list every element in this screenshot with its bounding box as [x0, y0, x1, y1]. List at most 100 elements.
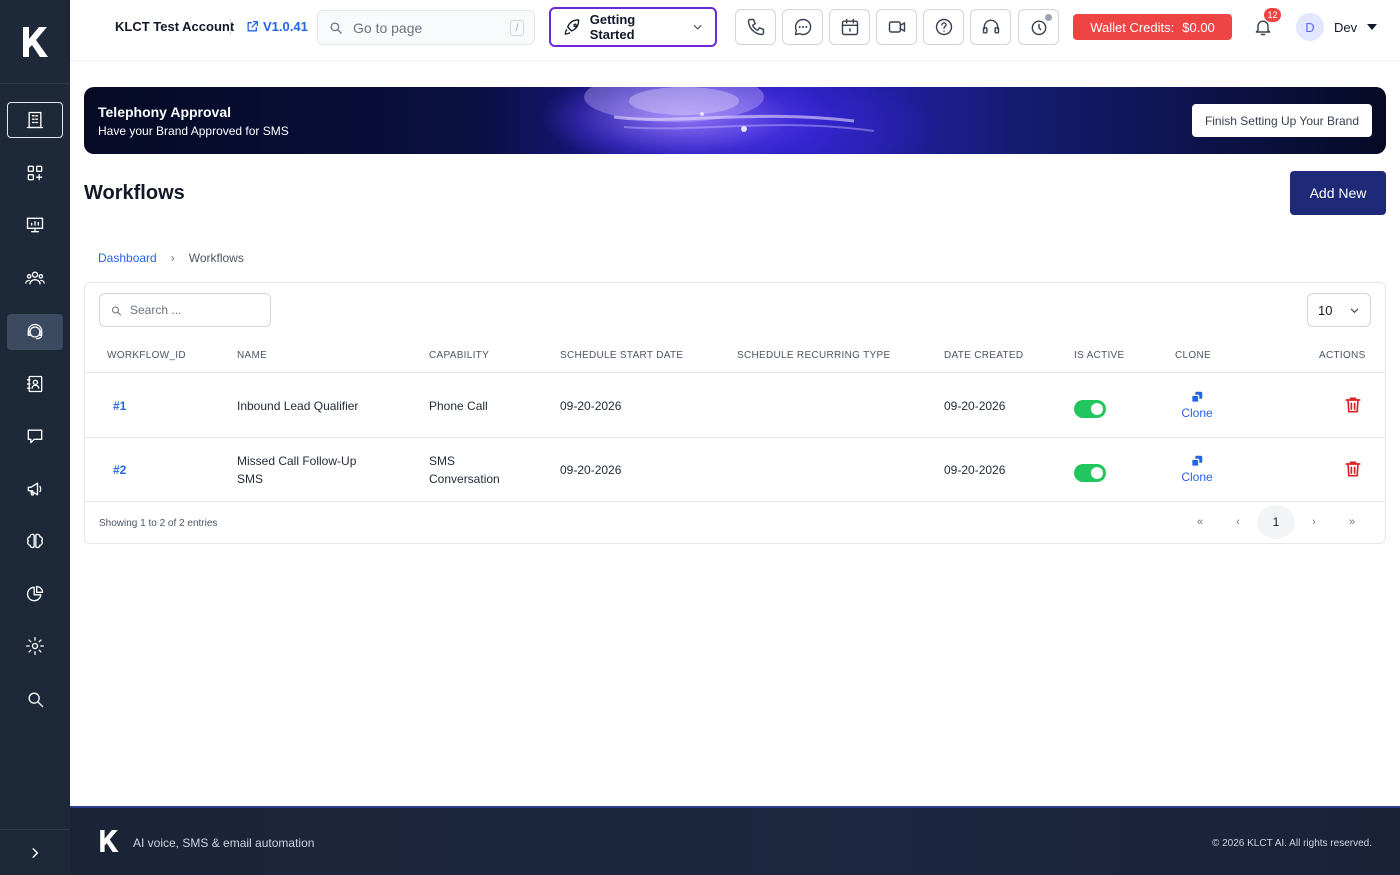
table-search-input[interactable]: [130, 303, 260, 317]
sidebar-item-presentation[interactable]: [7, 207, 63, 243]
megaphone-icon: [27, 482, 42, 496]
clone-button[interactable]: Clone: [1177, 454, 1217, 484]
support-button[interactable]: [970, 9, 1011, 45]
column-header[interactable]: SCHEDULE START DATE: [560, 350, 683, 361]
pagination-page[interactable]: 1: [1257, 505, 1295, 539]
chevron-right-icon: [32, 847, 39, 858]
pagination-prev[interactable]: ‹: [1219, 505, 1257, 539]
finish-setup-button[interactable]: Finish Setting Up Your Brand: [1192, 104, 1372, 137]
workflow-capability-continued: Conversation: [429, 472, 500, 486]
external-link-icon: [247, 20, 259, 32]
page-size-select[interactable]: 10: [1307, 293, 1371, 327]
video-button[interactable]: [876, 9, 917, 45]
sidebar-item-campaigns[interactable]: [7, 471, 63, 507]
apps-icon: [27, 165, 43, 181]
column-header[interactable]: CLONE: [1175, 350, 1211, 361]
team-icon: [25, 271, 45, 285]
user-menu[interactable]: D Dev: [1296, 13, 1378, 41]
column-header[interactable]: CAPABILITY: [429, 350, 489, 361]
jellyfish-background-image: [584, 87, 875, 132]
video-icon: [888, 21, 905, 33]
sidebar-item-support-agent[interactable]: [7, 314, 63, 350]
sidebar-item-apps[interactable]: [7, 155, 63, 191]
sidebar-item-contacts[interactable]: [7, 366, 63, 402]
k-logo-icon: [23, 26, 48, 57]
headset-icon: [27, 323, 43, 340]
avatar: D: [1296, 13, 1324, 41]
column-header[interactable]: WORKFLOW_ID: [107, 350, 186, 361]
workflow-capability: Phone Call: [429, 399, 488, 413]
pagination-first[interactable]: «: [1181, 505, 1219, 539]
workflows-table-card: 10 WORKFLOW_ID NAME CAPABILITY SCHEDULE …: [84, 282, 1386, 544]
sidebar-item-ai-brain[interactable]: [7, 523, 63, 559]
footer-copyright: © 2026 KLCT AI. All rights reserved.: [1211, 838, 1372, 849]
shortcut-hint: /: [510, 20, 524, 36]
getting-started-label: Getting Started: [589, 12, 636, 42]
banner-title: Telephony Approval: [98, 104, 232, 120]
notifications-button[interactable]: 12: [1250, 8, 1281, 40]
page-footer: AI voice, SMS & email automation © 2026 …: [70, 806, 1400, 875]
column-header[interactable]: ACTIONS: [1319, 350, 1366, 361]
search-icon: [112, 306, 121, 315]
workflow-id-link[interactable]: #2: [113, 461, 126, 479]
sidebar-item-search[interactable]: [7, 681, 63, 717]
table-row: #1 Inbound Lead Qualifier Phone Call 09-…: [85, 374, 1385, 438]
sidebar-item-team[interactable]: [7, 260, 63, 296]
version-link[interactable]: V1.0.41: [246, 19, 308, 34]
goto-page-search[interactable]: /: [317, 10, 535, 45]
help-button[interactable]: [923, 9, 964, 45]
add-new-button[interactable]: Add New: [1290, 171, 1386, 215]
column-header[interactable]: SCHEDULE RECURRING TYPE: [737, 350, 890, 361]
pie-chart-icon: [26, 585, 44, 602]
app-logo[interactable]: [0, 0, 70, 84]
sidebar-item-chat[interactable]: [7, 418, 63, 454]
presentation-icon: [26, 217, 44, 233]
rocket-icon: [564, 19, 580, 35]
sidebar-item-analytics[interactable]: [7, 576, 63, 612]
schedule-start-date: 09-20-2026: [560, 399, 622, 413]
headphones-icon: [982, 19, 999, 34]
version-label: V1.0.41: [263, 19, 308, 34]
banner-subtitle: Have your Brand Approved for SMS: [98, 124, 289, 138]
pagination: « ‹ 1 › »: [1181, 505, 1371, 539]
sidebar-item-settings[interactable]: [7, 628, 63, 664]
notification-badge: 12: [1264, 8, 1281, 22]
pagination-last[interactable]: »: [1333, 505, 1371, 539]
is-active-toggle[interactable]: [1074, 400, 1106, 418]
breadcrumb-current: Workflows: [188, 251, 244, 265]
sidebar-expand-button[interactable]: [0, 829, 70, 875]
calendar-button[interactable]: [829, 9, 870, 45]
is-active-toggle[interactable]: [1074, 464, 1106, 482]
message-icon: [794, 18, 811, 36]
chevron-down-icon: [693, 25, 702, 30]
search-icon: [28, 692, 44, 708]
clone-button[interactable]: Clone: [1177, 390, 1217, 420]
search-icon: [330, 22, 342, 34]
getting-started-dropdown[interactable]: Getting Started: [549, 7, 717, 47]
workflow-id-link[interactable]: #1: [113, 397, 126, 415]
phone-button[interactable]: [735, 9, 776, 45]
history-button[interactable]: [1018, 9, 1059, 45]
goto-page-input[interactable]: [353, 19, 503, 36]
table-header: WORKFLOW_ID NAME CAPABILITY SCHEDULE STA…: [85, 339, 1385, 373]
calendar-icon: [841, 18, 858, 36]
delete-icon[interactable]: [1343, 395, 1363, 415]
help-circle-icon: [935, 18, 952, 36]
phone-icon: [747, 18, 764, 36]
breadcrumb-dashboard[interactable]: Dashboard: [98, 251, 157, 265]
table-row: #2 Missed Call Follow-Up SMS SMS Convers…: [85, 438, 1385, 502]
building-icon: [26, 111, 44, 129]
column-header[interactable]: IS ACTIVE: [1074, 350, 1125, 361]
column-header[interactable]: NAME: [237, 350, 267, 361]
copy-icon: [1191, 455, 1203, 467]
wallet-credits-button[interactable]: Wallet Credits: $0.00: [1073, 14, 1232, 40]
table-search[interactable]: [99, 293, 271, 327]
pagination-next[interactable]: ›: [1295, 505, 1333, 539]
divider: [230, 19, 231, 35]
clone-label: Clone: [1181, 406, 1213, 420]
messages-button[interactable]: [782, 9, 823, 45]
column-header[interactable]: DATE CREATED: [944, 350, 1023, 361]
chat-icon: [27, 429, 43, 444]
sidebar-item-organization[interactable]: [7, 102, 63, 138]
delete-icon[interactable]: [1343, 459, 1363, 479]
